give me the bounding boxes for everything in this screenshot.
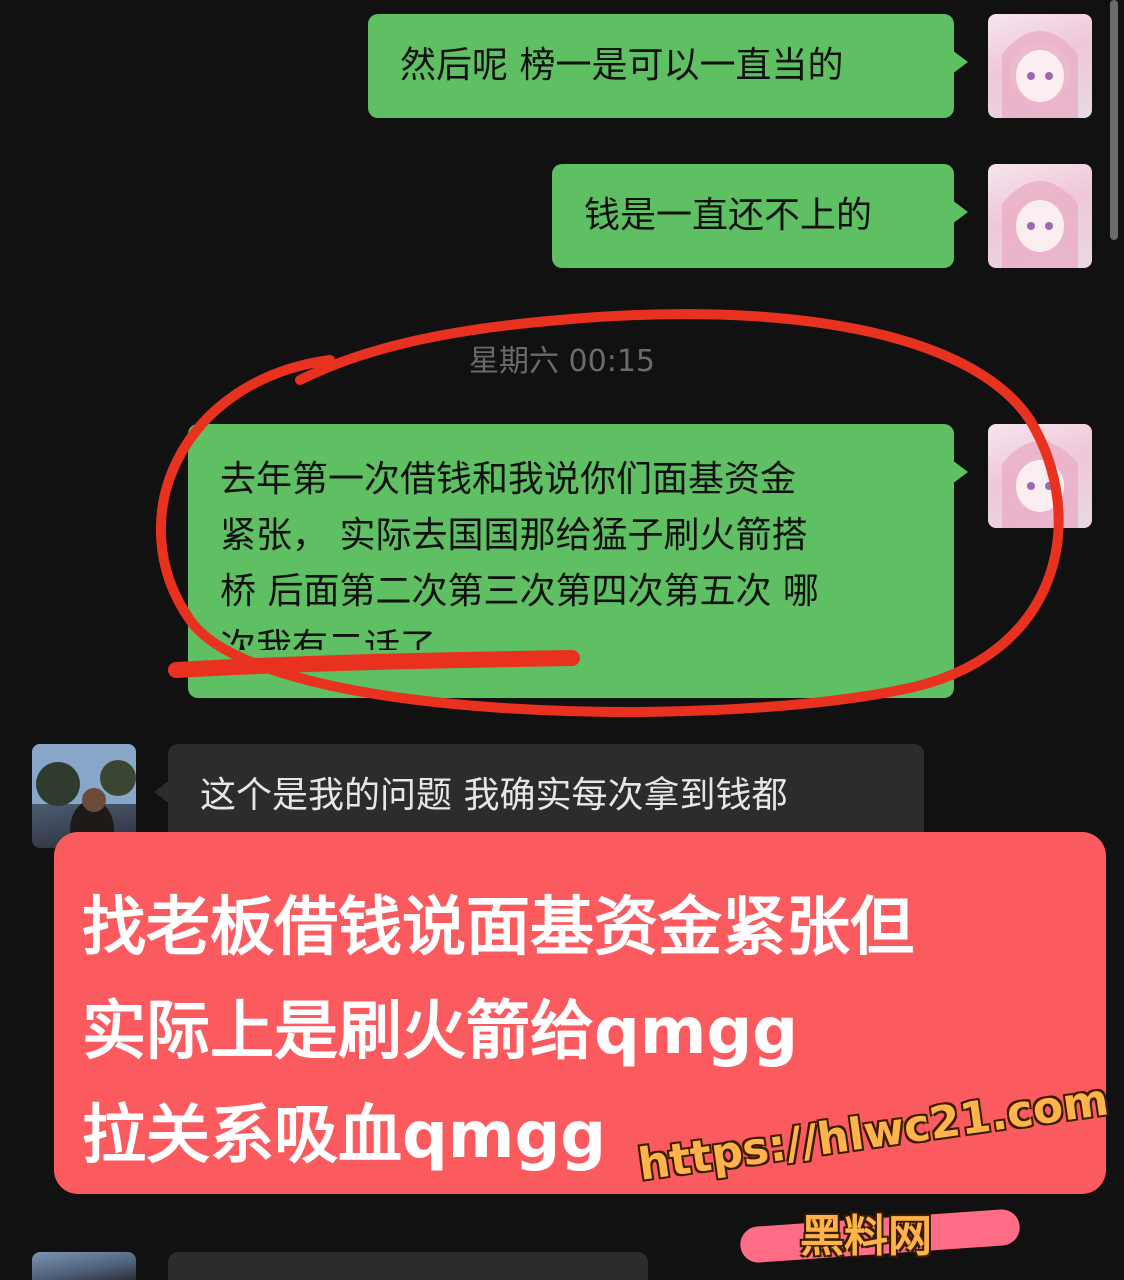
message-text: 然后呢 榜一是可以一直当的	[400, 45, 844, 86]
message-text-line: 桥 后面第二次第三次第四次第五次 哪	[220, 571, 819, 612]
user-avatar[interactable]	[988, 14, 1092, 118]
message-text-line: 去年第一次借钱和我说你们面基资金	[220, 459, 797, 500]
message-text-line: 次我有二话了	[220, 627, 437, 650]
message-bubble-outgoing[interactable]: 然后呢 榜一是可以一直当的	[368, 14, 968, 118]
user-avatar[interactable]	[988, 164, 1092, 268]
user-avatar[interactable]	[988, 424, 1092, 528]
contact-avatar[interactable]	[32, 1252, 136, 1280]
message-text-line: 紧张， 实际去国国那给猛子刷火箭搭	[220, 515, 808, 556]
message-bubble-incoming[interactable]	[168, 1252, 648, 1280]
message-text: 这个是我的问题 我确实每次拿到钱都	[200, 775, 788, 816]
chat-screen: 然后呢 榜一是可以一直当的 钱是一直还不上的 星期六 00:15 去年第一次借钱…	[0, 0, 1124, 1280]
anime-girl-avatar-icon	[1002, 31, 1078, 118]
message-text: 钱是一直还不上的	[584, 195, 873, 236]
message-bubble-outgoing[interactable]: 钱是一直还不上的	[552, 164, 968, 268]
scrollbar[interactable]	[1110, 0, 1118, 240]
overlay-line: 实际上是刷火箭给qmgg	[82, 995, 799, 1069]
message-bubble-outgoing[interactable]: 去年第一次借钱和我说你们面基资金 紧张， 实际去国国那给猛子刷火箭搭 桥 后面第…	[188, 424, 968, 698]
overlay-line: 找老板借钱说面基资金紧张但	[82, 891, 914, 965]
message-timestamp: 星期六 00:15	[469, 344, 655, 379]
anime-girl-avatar-icon	[1002, 441, 1078, 528]
watermark-name: 黑料网	[800, 1211, 932, 1262]
anime-girl-avatar-icon	[1002, 181, 1078, 268]
